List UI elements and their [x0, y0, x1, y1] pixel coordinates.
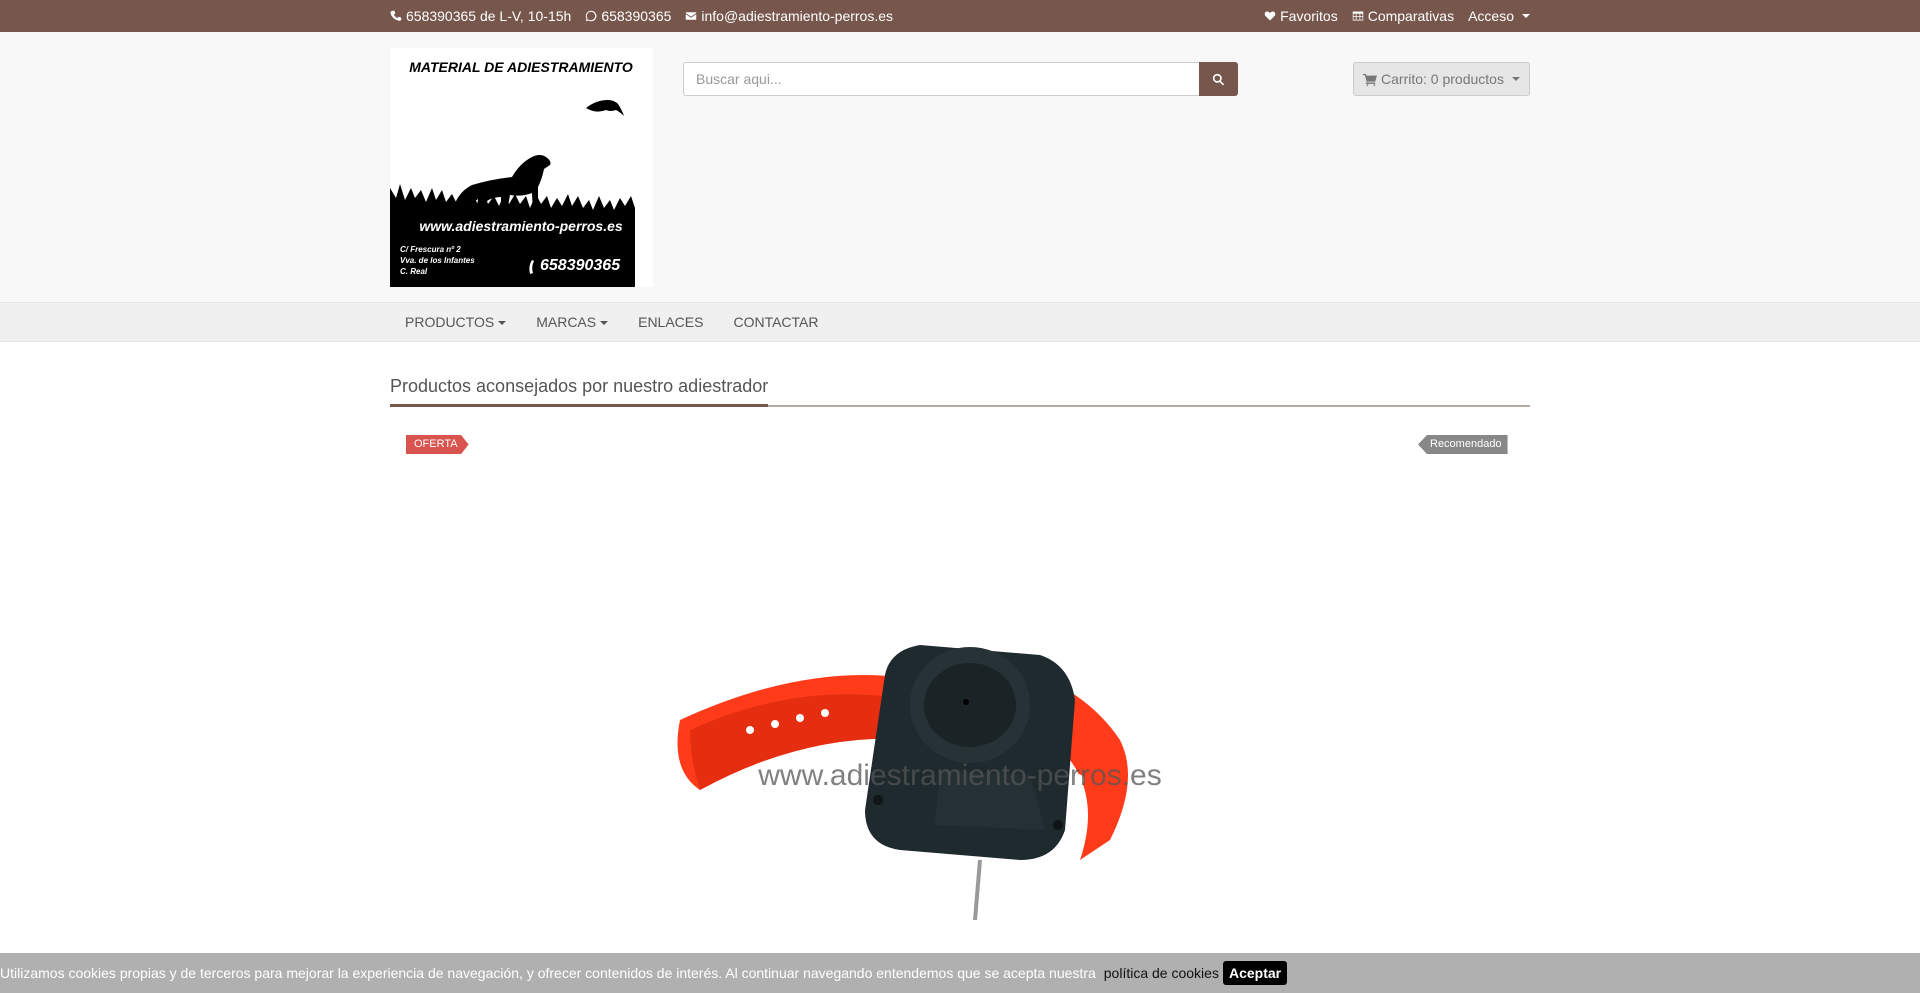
email-contact[interactable]: info@adiestramiento-perros.es [685, 8, 893, 24]
top-bar: 658390365 de L-V, 10-15h 658390365 info@… [0, 0, 1920, 32]
cookie-banner: Utilizamos cookies propias y de terceros… [0, 953, 1920, 993]
cookie-text: Utilizamos cookies propias y de terceros… [0, 965, 1096, 981]
product-image[interactable]: www.adiestramiento-perros.es [660, 620, 1260, 940]
whatsapp-icon [586, 10, 597, 22]
heart-icon [1264, 11, 1276, 21]
recommended-badge: Recomendado [1418, 435, 1508, 454]
comparisons-label: Comparativas [1367, 8, 1455, 24]
access-label: Acceso [1468, 8, 1514, 24]
search-button[interactable] [1199, 62, 1238, 96]
whatsapp-contact[interactable]: 658390365 [585, 8, 671, 24]
section-title: Productos aconsejados por nuestro adiest… [390, 375, 769, 407]
logo-phone: 658390365 [540, 257, 621, 274]
logo-title: MATERIAL DE ADIESTRAMIENTO [409, 59, 633, 75]
contact-info: 658390365 de L-V, 10-15h 658390365 info@… [390, 8, 893, 24]
cart-button[interactable]: Carrito: 0 productos [1353, 62, 1530, 96]
email-text: info@adiestramiento-perros.es [701, 8, 894, 24]
logo-website: www.adiestramiento-perros.es [419, 218, 623, 234]
whatsapp-text: 658390365 [601, 8, 672, 24]
comparisons-link[interactable]: Comparativas [1352, 8, 1454, 24]
section-heading: Productos aconsejados por nuestro adiest… [390, 375, 1530, 407]
nav-label: CONTACTAR [733, 314, 819, 330]
main-nav: PRODUCTOS MARCAS ENLACES CONTACTAR [0, 302, 1920, 342]
product-watermark: www.adiestramiento-perros.es [757, 759, 1162, 792]
chevron-down-icon [600, 321, 609, 326]
cart-icon [1363, 73, 1377, 86]
header: MATERIAL DE ADIESTRAMIENTO www.adiestram… [0, 32, 1920, 302]
phone-contact[interactable]: 658390365 de L-V, 10-15h [390, 8, 571, 24]
phone-icon [390, 10, 402, 21]
search-form [683, 62, 1238, 96]
cart-label: Carrito: 0 productos [1381, 71, 1504, 87]
nav-label: MARCAS [536, 314, 597, 330]
chevron-down-icon [1511, 77, 1520, 81]
cookie-policy-link[interactable]: política de cookies [1104, 965, 1219, 981]
chevron-down-icon [498, 321, 507, 326]
favorites-label: Favoritos [1280, 8, 1338, 24]
nav-item-productos[interactable]: PRODUCTOS [390, 303, 521, 341]
table-icon [1352, 11, 1363, 21]
chevron-down-icon [1522, 14, 1530, 18]
favorites-link[interactable]: Favoritos [1264, 8, 1338, 24]
search-icon [1212, 73, 1225, 85]
accept-cookies-button[interactable]: Aceptar [1222, 961, 1288, 985]
phone-text: 658390365 de L-V, 10-15h [406, 8, 572, 24]
nav-label: PRODUCTOS [405, 314, 495, 330]
logo-image: MATERIAL DE ADIESTRAMIENTO www.adiestram… [390, 48, 653, 287]
envelope-icon [686, 12, 697, 20]
logo-address-2: Vva. de los Infantes [400, 256, 475, 265]
search-input[interactable] [683, 62, 1199, 96]
access-dropdown[interactable]: Acceso [1468, 8, 1530, 24]
nav-label: ENLACES [638, 314, 704, 330]
logo-address-1: C/ Frescura nº 2 [400, 245, 461, 254]
collar-image: www.adiestramiento-perros.es [677, 645, 1162, 921]
nav-item-enlaces[interactable]: ENLACES [623, 303, 718, 341]
user-links: Favoritos Comparativas Acceso [1264, 8, 1530, 24]
site-logo[interactable]: MATERIAL DE ADIESTRAMIENTO www.adiestram… [390, 48, 653, 287]
nav-item-contactar[interactable]: CONTACTAR [718, 303, 833, 341]
offer-badge: OFERTA [406, 435, 469, 454]
logo-address-3: C. Real [400, 267, 428, 276]
nav-item-marcas[interactable]: MARCAS [521, 303, 623, 341]
